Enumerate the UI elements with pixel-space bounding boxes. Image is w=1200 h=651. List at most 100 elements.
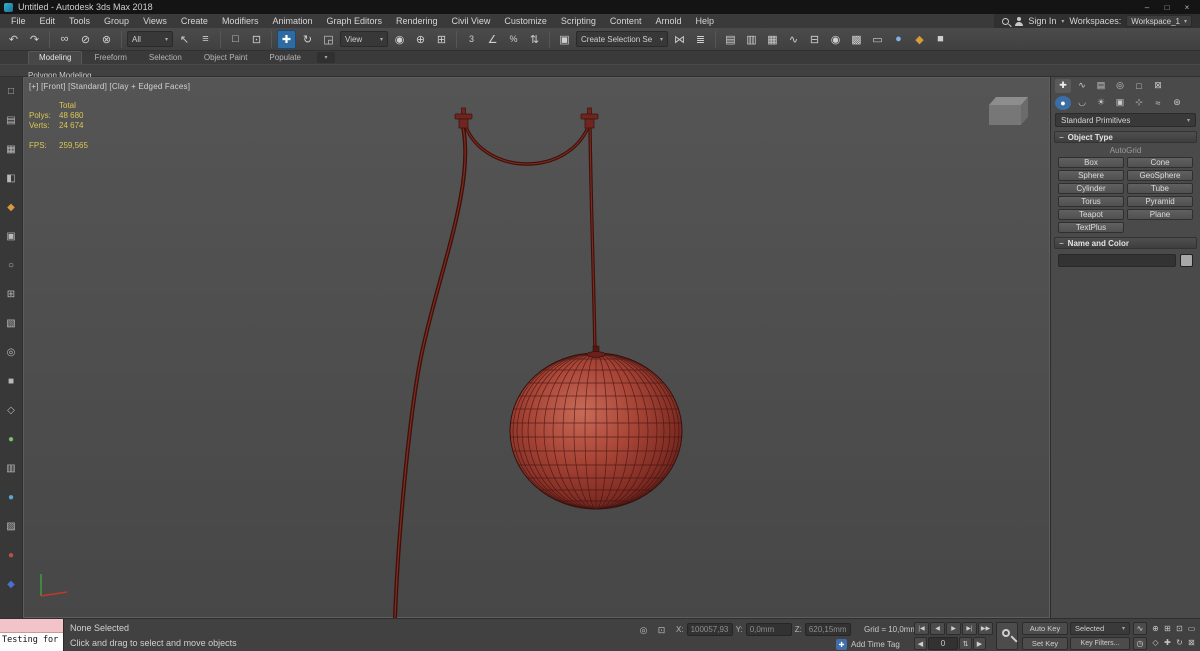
set-key-mode-button[interactable] bbox=[996, 622, 1018, 650]
left-toolbar-icon-14[interactable]: ▥ bbox=[3, 460, 20, 477]
display-tab[interactable]: □ bbox=[1131, 79, 1147, 93]
left-toolbar-icon-8[interactable]: ⊞ bbox=[3, 286, 20, 303]
rendered-frame-window-button[interactable]: ▭ bbox=[868, 30, 887, 49]
sphere-button[interactable]: Sphere bbox=[1058, 170, 1124, 181]
zoom-region-button[interactable]: ▭ bbox=[1186, 622, 1197, 635]
pan-button[interactable]: ✚ bbox=[1162, 636, 1173, 649]
selection-filter-dropdown[interactable]: All ▾ bbox=[127, 31, 173, 47]
reference-coordinate-system-dropdown[interactable]: View ▾ bbox=[340, 31, 388, 47]
scene-canvas[interactable] bbox=[23, 77, 1050, 618]
menu-animation[interactable]: Animation bbox=[265, 14, 319, 28]
macro-recorder-pane[interactable] bbox=[0, 619, 63, 633]
menu-civil-view[interactable]: Civil View bbox=[445, 14, 498, 28]
time-tag-icon[interactable]: ✚ bbox=[836, 639, 847, 650]
key-filters-button[interactable]: Key Filters... bbox=[1070, 637, 1130, 650]
menu-customize[interactable]: Customize bbox=[497, 14, 554, 28]
render-in-cloud-button[interactable]: ◆ bbox=[910, 30, 929, 49]
angle-snap-toggle[interactable]: ∠ bbox=[483, 30, 502, 49]
maximize-button[interactable]: □ bbox=[1158, 1, 1176, 13]
left-toolbar-icon-9[interactable]: ▧ bbox=[3, 315, 20, 332]
utilities-tab[interactable]: ⊠ bbox=[1150, 79, 1166, 93]
object-color-swatch[interactable] bbox=[1180, 254, 1193, 267]
play-button[interactable]: ▶ bbox=[946, 622, 961, 635]
create-tab[interactable]: ✚ bbox=[1055, 78, 1071, 93]
selection-lock-icon[interactable]: ⊡ bbox=[655, 624, 668, 637]
cone-button[interactable]: Cone bbox=[1127, 157, 1193, 168]
listener-pane[interactable]: Testing for i bbox=[0, 633, 63, 651]
zoom-button[interactable]: ⊕ bbox=[1150, 622, 1161, 635]
menu-modifiers[interactable]: Modifiers bbox=[215, 14, 266, 28]
left-toolbar-icon-7[interactable]: ○ bbox=[3, 257, 20, 274]
use-pivot-center-button[interactable]: ◉ bbox=[390, 30, 409, 49]
torus-button[interactable]: Torus bbox=[1058, 196, 1124, 207]
geosphere-button[interactable]: GeoSphere bbox=[1127, 170, 1193, 181]
current-frame-input[interactable] bbox=[928, 637, 958, 650]
menu-help[interactable]: Help bbox=[688, 14, 721, 28]
chevron-down-icon[interactable]: ▾ bbox=[1061, 18, 1064, 25]
left-toolbar-icon-18[interactable]: ◆ bbox=[3, 576, 20, 593]
go-to-end-button[interactable]: ▶▶ bbox=[978, 622, 993, 635]
zoom-extents-button[interactable]: ⊡ bbox=[1174, 622, 1185, 635]
align-button[interactable]: ≣ bbox=[691, 30, 710, 49]
snaps-toggle-button[interactable]: 3 bbox=[462, 30, 481, 49]
select-and-link-button[interactable]: ∞ bbox=[55, 30, 74, 49]
autogrid-toggle[interactable]: AutoGrid bbox=[1051, 146, 1200, 155]
tube-button[interactable]: Tube bbox=[1127, 183, 1193, 194]
cord-connector-left[interactable] bbox=[454, 107, 473, 129]
zoom-all-button[interactable]: ⊞ bbox=[1162, 622, 1173, 635]
front-viewport[interactable]: [+] [Front] [Standard] [Clay + Edged Fac… bbox=[23, 77, 1050, 618]
left-toolbar-icon-12[interactable]: ◇ bbox=[3, 402, 20, 419]
helpers-category-button[interactable]: ⊹ bbox=[1131, 96, 1147, 110]
maxscript-mini-listener[interactable]: Testing for i bbox=[0, 619, 64, 651]
go-to-start-button[interactable]: |◀ bbox=[914, 622, 929, 635]
unlink-selection-button[interactable]: ⊘ bbox=[76, 30, 95, 49]
name-color-rollout-header[interactable]: − Name and Color bbox=[1054, 237, 1197, 249]
key-set-dropdown[interactable]: Selected ▾ bbox=[1070, 622, 1130, 635]
primitive-category-dropdown[interactable]: Standard Primitives ▾ bbox=[1055, 113, 1196, 127]
keyboard-shortcut-override-toggle[interactable]: ⊞ bbox=[432, 30, 451, 49]
space-warps-category-button[interactable]: ≈ bbox=[1150, 96, 1166, 110]
left-toolbar-icon-6[interactable]: ▣ bbox=[3, 228, 20, 245]
menu-create[interactable]: Create bbox=[174, 14, 215, 28]
menu-file[interactable]: File bbox=[4, 14, 33, 28]
tab-selection[interactable]: Selection bbox=[139, 52, 192, 64]
cameras-category-button[interactable]: ▣ bbox=[1112, 96, 1128, 110]
schematic-view-button[interactable]: ⊟ bbox=[805, 30, 824, 49]
undo-button[interactable]: ↶ bbox=[4, 30, 23, 49]
modify-tab[interactable]: ∿ bbox=[1074, 79, 1090, 93]
ribbon-options-button[interactable]: ▾ bbox=[317, 52, 336, 63]
systems-category-button[interactable]: ⊛ bbox=[1169, 96, 1185, 110]
maximize-viewport-toggle[interactable]: ⊠ bbox=[1186, 636, 1197, 649]
menu-rendering[interactable]: Rendering bbox=[389, 14, 445, 28]
set-key-button[interactable]: Set Key bbox=[1022, 637, 1068, 650]
lamp-sphere[interactable] bbox=[509, 345, 683, 510]
left-toolbar-icon-2[interactable]: ▤ bbox=[3, 112, 20, 129]
left-toolbar-icon-4[interactable]: ◧ bbox=[3, 170, 20, 187]
geometry-category-button[interactable]: ● bbox=[1055, 95, 1071, 110]
left-toolbar-icon-5[interactable]: ◆ bbox=[3, 199, 20, 216]
menu-graph-editors[interactable]: Graph Editors bbox=[319, 14, 389, 28]
left-toolbar-icon-17[interactable]: ● bbox=[3, 547, 20, 564]
toggle-scene-explorer-button[interactable]: ▤ bbox=[721, 30, 740, 49]
toggle-ribbon-button[interactable]: ▦ bbox=[763, 30, 782, 49]
isolate-selection-icon[interactable]: ◎ bbox=[637, 624, 650, 637]
cylinder-button[interactable]: Cylinder bbox=[1058, 183, 1124, 194]
object-type-rollout-header[interactable]: − Object Type bbox=[1054, 131, 1197, 143]
render-production-button[interactable]: ● bbox=[889, 30, 908, 49]
search-icon[interactable] bbox=[1002, 17, 1010, 25]
named-selection-sets-dropdown[interactable]: Create Selection Se ▾ bbox=[576, 31, 668, 47]
mirror-button[interactable]: ⋈ bbox=[670, 30, 689, 49]
viewcube[interactable] bbox=[989, 97, 1028, 125]
key-prev-button[interactable]: ◀ bbox=[914, 637, 927, 650]
plane-button[interactable]: Plane bbox=[1127, 209, 1193, 220]
left-toolbar-icon-1[interactable]: □ bbox=[3, 83, 20, 100]
select-and-manipulate-button[interactable]: ⊕ bbox=[411, 30, 430, 49]
material-editor-button[interactable]: ◉ bbox=[826, 30, 845, 49]
sign-in-button[interactable]: Sign In bbox=[1028, 16, 1056, 26]
bind-to-space-warp-button[interactable]: ⊗ bbox=[97, 30, 116, 49]
next-frame-button[interactable]: ▶| bbox=[962, 622, 977, 635]
select-by-name-button[interactable]: ≡ bbox=[196, 30, 215, 49]
tab-modeling[interactable]: Modeling bbox=[28, 51, 83, 64]
left-toolbar-icon-3[interactable]: ▦ bbox=[3, 141, 20, 158]
menu-edit[interactable]: Edit bbox=[33, 14, 63, 28]
